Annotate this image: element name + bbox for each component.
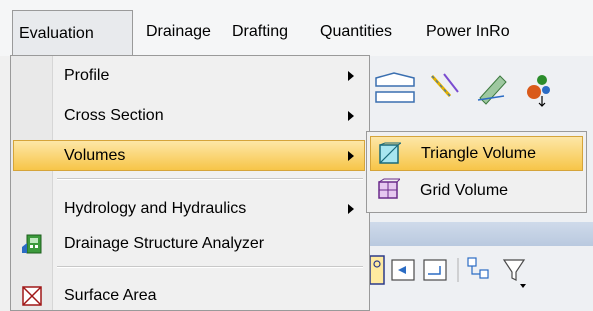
menu-bar: Evaluation Drainage Drafting Quantities … <box>0 0 593 56</box>
toolbar-title-strip <box>365 222 593 246</box>
menu-item-surface-area[interactable]: Surface Area <box>13 280 365 311</box>
menu-separator <box>57 178 363 180</box>
toolbar-icons-bottom <box>369 255 526 288</box>
window-back-icon[interactable] <box>391 259 415 281</box>
submenu-arrow-icon <box>348 151 354 161</box>
menu-quantities[interactable]: Quantities <box>314 16 398 48</box>
grid-volume-icon <box>378 178 400 199</box>
surface-area-icon <box>22 286 42 306</box>
submenu-arrow-icon <box>348 71 354 81</box>
submenu-item-label: Triangle Volume <box>421 145 537 162</box>
menu-item-cross-section[interactable]: Cross Section <box>13 100 365 131</box>
drainage-analyzer-icon <box>22 234 42 254</box>
menu-item-hydrology-hydraulics[interactable]: Hydrology and Hydraulics <box>13 193 365 224</box>
menu-item-profile[interactable]: Profile <box>13 60 365 91</box>
menu-item-label: Profile <box>64 67 110 84</box>
structure-tree-icon[interactable] <box>467 257 489 279</box>
volumes-submenu: Triangle Volume Grid Volume <box>366 131 587 213</box>
funnel-icon[interactable] <box>502 259 526 288</box>
toolbar-icons-top <box>375 72 550 107</box>
menu-item-label: Surface Area <box>64 287 157 304</box>
menu-item-label: Volumes <box>64 147 126 164</box>
menu-item-label: Drainage Structure Analyzer <box>64 235 265 252</box>
menu-item-label: Cross Section <box>64 107 164 124</box>
menu-item-volumes[interactable]: Volumes <box>13 140 365 171</box>
submenu-arrow-icon <box>348 111 354 121</box>
menu-item-label: Hydrology and Hydraulics <box>64 200 247 217</box>
pencil-select-icon[interactable] <box>430 73 459 98</box>
menu-item-drainage-structure-analyzer[interactable]: Drainage Structure Analyzer <box>13 228 365 259</box>
submenu-arrow-icon <box>348 204 354 214</box>
submenu-item-label: Grid Volume <box>420 182 509 199</box>
menu-drafting[interactable]: Drafting <box>226 16 294 48</box>
color-palette-icon[interactable] <box>527 75 550 107</box>
ruler-pencil-icon[interactable] <box>477 75 507 105</box>
submenu-item-grid-volume[interactable]: Grid Volume <box>370 173 583 208</box>
submenu-item-triangle-volume[interactable]: Triangle Volume <box>370 136 583 171</box>
menu-evaluation[interactable]: Evaluation <box>12 10 133 55</box>
evaluation-dropdown-menu: Profile Cross Section Volumes Hydrology … <box>10 55 370 311</box>
triangle-volume-icon <box>379 142 401 164</box>
menu-icon-gutter <box>11 56 53 310</box>
menu-power-inroads[interactable]: Power InRo <box>420 16 516 48</box>
menu-drainage[interactable]: Drainage <box>140 16 217 48</box>
window-forward-icon[interactable] <box>423 259 447 281</box>
menu-separator <box>57 266 363 268</box>
profile-shape-icon[interactable] <box>375 72 415 103</box>
key-icon[interactable] <box>369 255 385 285</box>
